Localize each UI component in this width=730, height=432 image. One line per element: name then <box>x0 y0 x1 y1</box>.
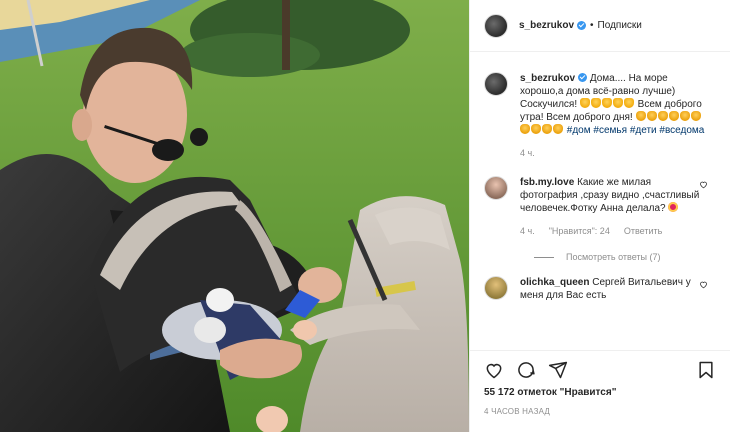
likes-suffix: отметок "Нравится" <box>517 387 617 398</box>
heart-icon[interactable] <box>484 360 504 380</box>
comments-list[interactable]: s_bezrukov Дома.... На море хорошо,а дом… <box>470 60 730 350</box>
likes-count[interactable]: 55 172 отметок "Нравится" <box>484 387 616 398</box>
comment-meta: 4 ч. "Нравится": 24 Ответить <box>520 225 706 238</box>
bookmark-icon[interactable] <box>696 360 716 380</box>
view-replies-button[interactable]: Посмотреть ответы (7) <box>534 252 716 262</box>
hashtag-vsedoma[interactable]: #вседома <box>659 125 704 136</box>
author-avatar[interactable] <box>484 13 508 38</box>
share-icon[interactable] <box>548 360 568 380</box>
post-timestamp[interactable]: 4 ЧАСОВ НАЗАД <box>484 407 550 416</box>
hashtag-semya[interactable]: #семья <box>593 125 627 136</box>
likes-number: 55 172 <box>484 387 515 398</box>
pray-emoji-icon <box>579 98 635 110</box>
caption-body: s_bezrukov Дома.... На море хорошо,а дом… <box>520 72 706 160</box>
comment-like-heart-icon[interactable] <box>699 280 708 289</box>
heart-eyes-emoji-icon <box>668 202 679 212</box>
caption-username[interactable]: s_bezrukov <box>520 73 575 84</box>
instagram-post: s_bezrukov • Подписки s_bezrukov Дома...… <box>0 0 730 432</box>
commenter-avatar[interactable] <box>484 276 508 300</box>
caption-age[interactable]: 4 ч. <box>520 147 535 160</box>
photo-illustration <box>0 0 469 432</box>
verified-badge-icon <box>578 73 588 82</box>
comment-username[interactable]: olichka_queen <box>520 277 589 288</box>
comment-username[interactable]: fsb.my.love <box>520 177 574 188</box>
post-sidebar: s_bezrukov • Подписки s_bezrukov Дома...… <box>469 0 730 432</box>
hashtag-dom[interactable]: #дом <box>567 125 591 136</box>
comment-icon[interactable] <box>516 360 536 380</box>
post-actions-bar <box>484 360 716 380</box>
comment-body: olichka_queen Сергей Витальевич у меня д… <box>520 276 706 302</box>
post-photo[interactable] <box>0 0 469 432</box>
caption-meta: 4 ч. <box>520 147 706 160</box>
author-username[interactable]: s_bezrukov <box>519 20 574 31</box>
verified-badge-icon <box>577 21 587 30</box>
actions-divider <box>470 350 730 351</box>
comment-item: olichka_queen Сергей Витальевич у меня д… <box>484 276 716 302</box>
comment-age[interactable]: 4 ч. <box>520 225 535 238</box>
view-replies-label: Посмотреть ответы (7) <box>566 252 661 262</box>
caption-avatar[interactable] <box>484 72 508 96</box>
header-separator: • <box>590 20 594 31</box>
comment-body: fsb.my.love Какие же милая фотография ,с… <box>520 176 706 238</box>
reply-button[interactable]: Ответить <box>624 225 662 238</box>
comment-likes[interactable]: "Нравится": 24 <box>549 225 610 238</box>
comment-item: fsb.my.love Какие же милая фотография ,с… <box>484 176 716 238</box>
replies-divider <box>534 256 554 258</box>
following-button[interactable]: Подписки <box>598 20 642 31</box>
comment-like-heart-icon[interactable] <box>699 180 708 189</box>
post-header: s_bezrukov • Подписки <box>470 0 730 52</box>
hashtag-deti[interactable]: #дети <box>630 125 657 136</box>
caption: s_bezrukov Дома.... На море хорошо,а дом… <box>484 72 716 160</box>
commenter-avatar[interactable] <box>484 176 508 200</box>
